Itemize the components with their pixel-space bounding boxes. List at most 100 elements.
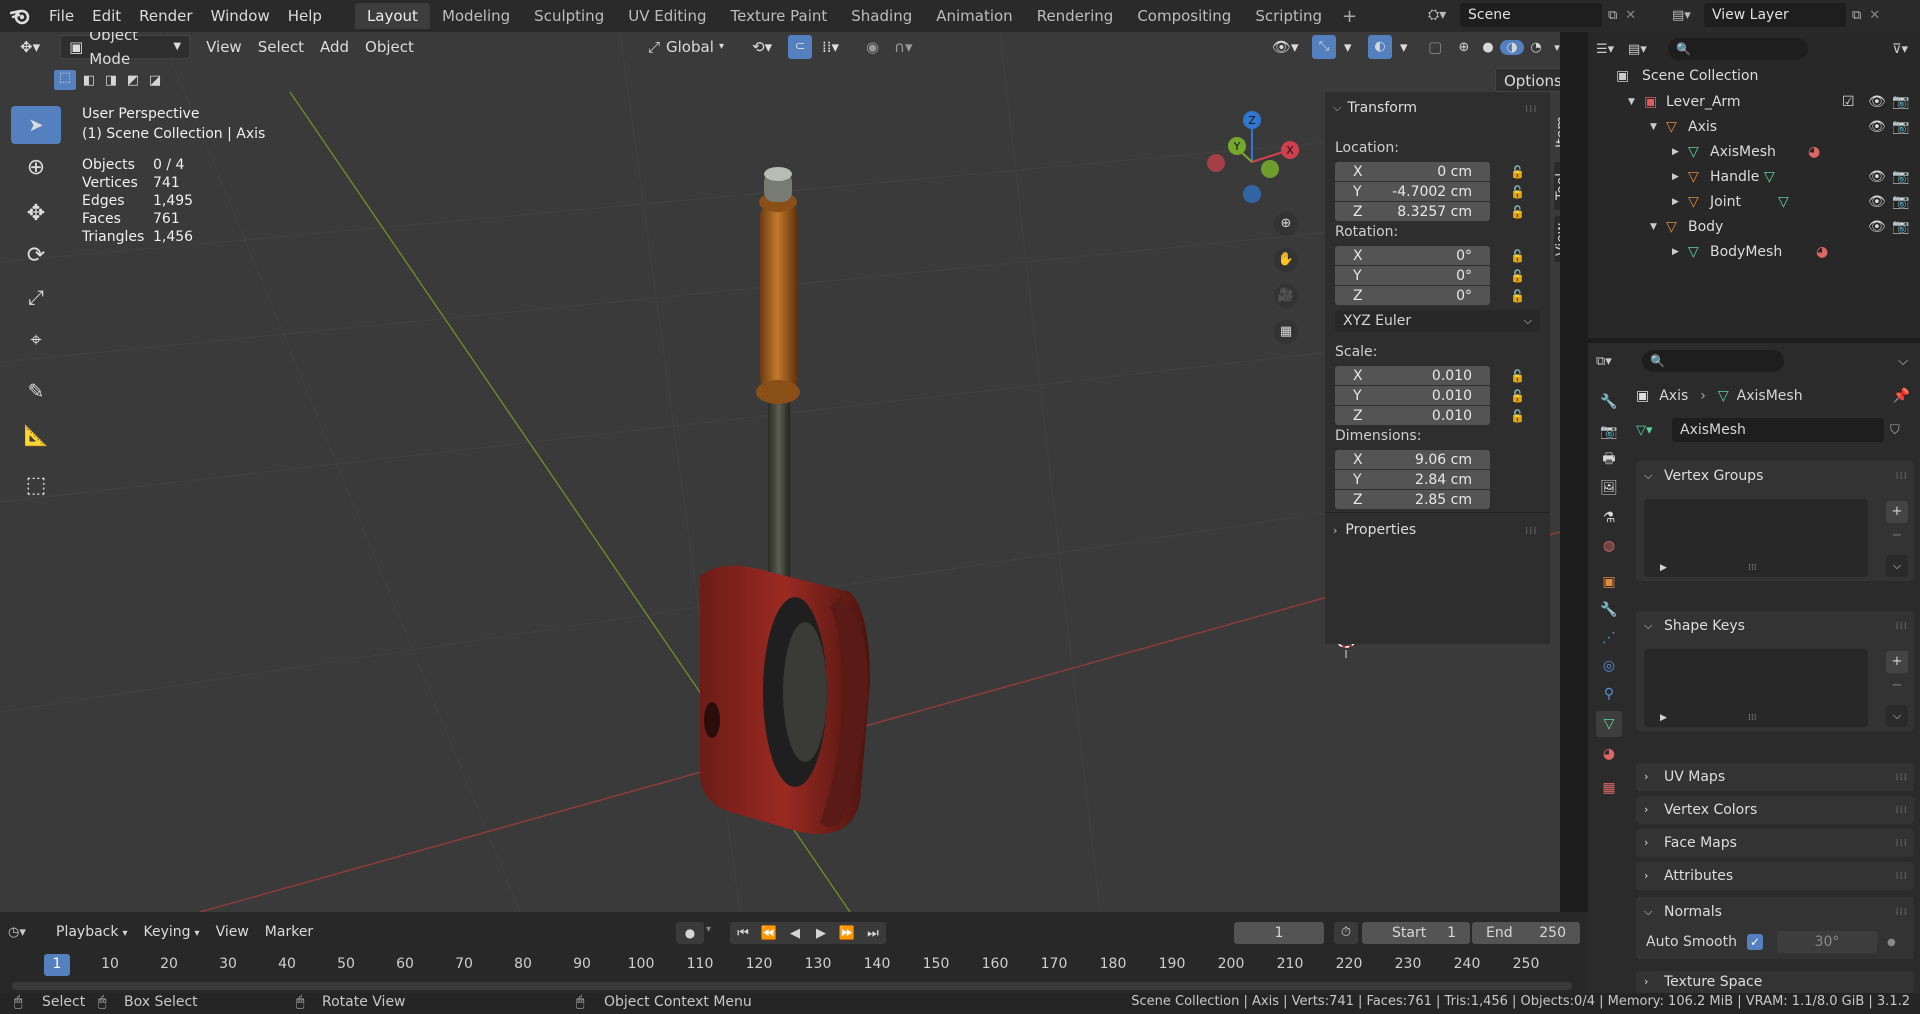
copy-view-layer-icon[interactable]: ⧉ [1852,8,1861,23]
delete-view-layer-icon[interactable]: ✕ [1869,8,1880,23]
annotate-tool[interactable]: ✎ [11,372,61,410]
overlay-dropdown-icon[interactable]: ▾ [1392,35,1416,59]
tool-tab-icon[interactable]: 🔧 [1596,389,1622,415]
view-layer-icon[interactable]: ▤▾ [1672,8,1704,23]
drag-handle-icon[interactable]: ⁞⁞⁞ [1895,805,1908,816]
remove-vertex-group-button[interactable]: − [1886,525,1908,547]
jump-keyframe-back-icon[interactable]: ⏪ [756,926,782,941]
pin-icon[interactable]: 📌 [1893,388,1910,404]
visibility-icon[interactable]: 👁▾ [1264,35,1307,59]
chevron-down-icon[interactable]: ⌵ [1898,354,1908,369]
outliner-scene-collection[interactable]: ▣ Scene Collection [1588,64,1920,88]
jump-start-icon[interactable]: ⏮ [730,926,756,941]
select-new-icon[interactable]: ⬚ [54,70,76,90]
remove-shape-key-button[interactable]: − [1886,675,1908,697]
constraints-tab-icon[interactable]: ⚲ [1596,681,1622,707]
render-camera-icon[interactable]: 📷 [1892,215,1909,239]
visibility-eye-icon[interactable]: 👁 [1868,190,1886,214]
pan-hand-icon[interactable]: ✋ [1274,248,1298,272]
options-dropdown[interactable]: Options ▾ [1495,68,1560,114]
snap-toggle-icon[interactable]: ⊂ [788,35,812,59]
add-vertex-group-button[interactable]: + [1886,501,1908,523]
rotation-z-field[interactable]: Z 0° [1335,286,1490,305]
shape-keys-list[interactable]: ▶ ⁞⁞⁞ [1644,649,1868,727]
jump-end-icon[interactable]: ⏭ [860,926,886,941]
chevron-down-icon[interactable]: ⌵ [1644,611,1652,641]
stopwatch-icon[interactable]: ⏱ [1334,922,1358,944]
drag-handle-icon[interactable]: ⁞⁞⁞ [1895,471,1908,482]
drag-handle-icon[interactable]: ⁞⁞⁞ [1895,621,1908,632]
lock-icon[interactable]: 🔓 [1510,409,1528,423]
material-icon[interactable]: ◕ [1816,240,1828,264]
record-dropdown-icon[interactable]: ▾ [706,924,711,935]
editor-type-icon[interactable]: ✥▾ [12,35,48,59]
lock-icon[interactable]: 🔓 [1510,185,1528,199]
end-frame-field[interactable]: End 250 [1472,922,1580,944]
overlay-toggle-icon[interactable]: ◐ [1368,35,1392,59]
play-reverse-icon[interactable]: ◀ [782,926,808,941]
keyframe-dot-icon[interactable]: ● [1887,937,1896,948]
dimensions-y-field[interactable]: Y 2.84 cm [1335,470,1490,489]
location-z-field[interactable]: Z 8.3257 cm [1335,202,1490,221]
visibility-eye-icon[interactable]: 👁 [1868,165,1886,189]
workspace-tab-layout[interactable]: Layout [354,3,430,29]
shape-keys-title[interactable]: Shape Keys [1664,618,1745,634]
blender-logo-icon[interactable] [0,0,40,32]
menu-file[interactable]: File [40,4,83,28]
editor-type-icon[interactable]: ⧉▾ [1596,354,1636,369]
measure-tool[interactable]: 📐 [11,416,61,454]
ortho-grid-icon[interactable]: ▦ [1274,320,1298,344]
jump-keyframe-forward-icon[interactable]: ⏩ [834,926,860,941]
object-mode-dropdown[interactable]: ▣ Object Mode ▼ [60,32,191,68]
outliner-row-lever-arm[interactable]: ▼ ▣ Lever_Arm 👁 📷 ☑ [1588,90,1920,114]
disclosure-closed-icon[interactable]: ▶ [1672,165,1679,189]
timeline-menu-keying[interactable]: Keying ▾ [136,920,208,944]
drag-handle-icon[interactable]: ⁞⁞⁞ [1895,772,1908,783]
transform-tool[interactable]: ⌖ [11,320,61,358]
chevron-right-icon[interactable]: › [1644,971,1648,993]
xray-icon[interactable]: ▢ [1420,35,1450,59]
rotation-x-field[interactable]: X 0° [1335,246,1490,265]
lock-icon[interactable]: 🔓 [1510,205,1528,219]
timeline-menu-view[interactable]: View [208,920,257,944]
auto-smooth-checkbox[interactable]: ✓ [1746,934,1763,950]
material-icon[interactable]: ◕ [1808,140,1820,164]
timeline-menu-playback[interactable]: Playback ▾ [48,920,136,944]
mesh-datablock-field[interactable]: AxisMesh [1672,418,1884,442]
navigation-gizmo[interactable]: Z X Y [1200,102,1310,212]
render-camera-icon[interactable]: 📷 [1892,165,1909,189]
expand-icon[interactable]: ▶ [1660,563,1667,573]
select-invert-icon[interactable]: ◩ [122,73,144,88]
sidebar-tab-view[interactable]: View [1554,216,1560,262]
properties-search-input[interactable]: 🔍 [1642,350,1784,372]
properties-panel-title[interactable]: Properties [1345,522,1416,538]
add-cube-tool[interactable]: ⬚ [11,466,61,504]
panel-title[interactable]: Vertex Colors [1664,802,1757,818]
vertex-groups-list[interactable]: ▶ ⁞⁞⁞ [1644,499,1868,577]
move-tool[interactable]: ✥ [11,194,61,232]
scale-x-field[interactable]: X 0.010 [1335,366,1490,385]
falloff-icon[interactable]: ∩▾ [886,35,921,59]
specials-menu-button[interactable]: ⌵ [1886,705,1908,727]
workspace-tab-compositing[interactable]: Compositing [1125,3,1243,29]
editor-type-icon[interactable]: ☰▾ [1596,42,1628,57]
texture-tab-icon[interactable]: ▦ [1596,775,1622,801]
render-camera-icon[interactable]: 📷 [1892,115,1909,139]
chevron-right-icon[interactable]: › [1644,862,1648,890]
fake-user-shield-icon[interactable]: ⛉ [1890,423,1900,438]
proportional-edit-icon[interactable]: ◉ [858,35,887,59]
panel-title[interactable]: Attributes [1664,868,1733,884]
visibility-eye-icon[interactable]: 👁 [1868,90,1886,114]
panel-title[interactable]: UV Maps [1664,769,1725,785]
data-tab-icon[interactable]: ▽ [1596,711,1622,737]
cursor-tool[interactable]: ⊕ [11,148,61,186]
display-mode-icon[interactable]: ▤▾ [1628,42,1668,57]
viewport-menu-select[interactable]: Select [250,35,312,59]
menu-help[interactable]: Help [279,4,331,28]
location-y-field[interactable]: Y -4.7002 cm [1335,182,1490,201]
select-subtract-icon[interactable]: ◨ [100,73,122,88]
timeline-scrollbar[interactable] [12,982,1572,990]
sidebar-tab-tool[interactable]: Tool [1554,162,1560,210]
mesh-browse-icon[interactable]: ▽▾ [1636,423,1672,438]
visibility-eye-icon[interactable]: 👁 [1868,115,1886,139]
